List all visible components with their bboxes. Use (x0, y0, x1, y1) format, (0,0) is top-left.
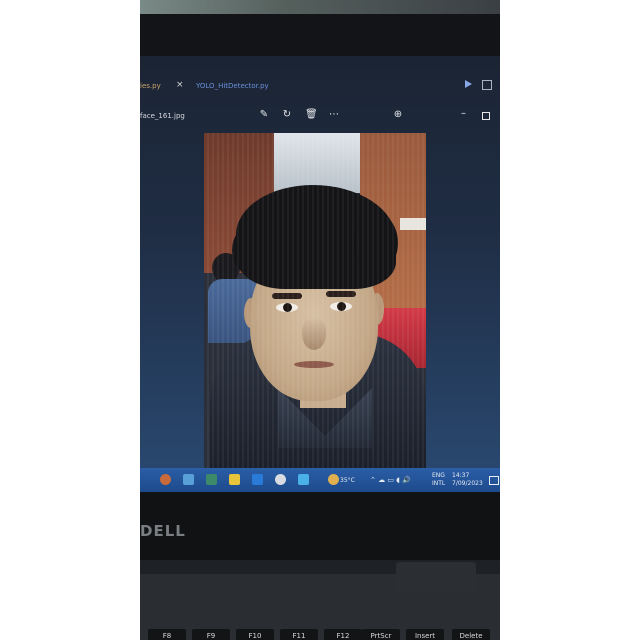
whiteboard (400, 218, 426, 230)
split-editor-icon[interactable] (482, 80, 492, 90)
more-icon[interactable]: ⋯ (328, 109, 340, 121)
hinge-block (396, 562, 476, 592)
keyboard-key[interactable]: PrtScr (362, 629, 400, 640)
keyboard-key[interactable]: F8 (148, 629, 186, 640)
clock-date: 7/09/2023 (452, 480, 483, 487)
subject-hair-curl (232, 225, 272, 275)
keyboard-key[interactable]: F11 (280, 629, 318, 640)
laptop-photo: ies.py × YOLO_HitDetector.py face_161.jp… (140, 0, 500, 640)
subject-nose (302, 318, 326, 350)
subject-eyebrow-right (326, 291, 356, 297)
run-icon[interactable] (465, 80, 472, 88)
keyboard-key[interactable]: Insert (406, 629, 444, 640)
editor-tab-second[interactable]: YOLO_HitDetector.py (196, 82, 269, 90)
keyboard-key[interactable]: F9 (192, 629, 230, 640)
system-tray-icons[interactable]: ⌃ ☁ ▭ ◖ 🔊 (370, 476, 411, 484)
laptop-screen: ies.py × YOLO_HitDetector.py face_161.jp… (140, 56, 500, 492)
screen-bezel-bottom (140, 492, 500, 560)
app-icon[interactable] (206, 474, 217, 485)
ceiling-light (274, 133, 360, 193)
close-icon[interactable]: × (176, 80, 184, 90)
app-icon[interactable] (275, 474, 286, 485)
subject-hair-curl (354, 213, 398, 273)
rotate-icon[interactable]: ↻ (281, 109, 293, 121)
editor-tab-active[interactable]: ies.py (140, 82, 161, 90)
subject-eyebrow-left (272, 293, 302, 299)
app-icon[interactable] (183, 474, 194, 485)
language-line2: INTL (432, 480, 446, 487)
maximize-icon[interactable] (482, 112, 490, 120)
brand-logo: DELL (140, 522, 186, 540)
language-indicator[interactable]: ENG INTL (432, 472, 445, 488)
keyboard-key[interactable]: F10 (236, 629, 274, 640)
image-viewer-toolbar: face_161.jpg ✎ ↻ 🗑 ⋯ ⊕ – (140, 108, 500, 126)
edit-icon[interactable]: ✎ (258, 109, 270, 121)
file-name: face_161.jpg (140, 112, 185, 120)
photos-icon[interactable] (298, 474, 309, 485)
background-strip (140, 0, 500, 14)
clock[interactable]: 14:37 7/09/2023 (452, 472, 483, 488)
delete-icon[interactable]: 🗑 (305, 109, 318, 121)
windows-taskbar: 35°C ⌃ ☁ ▭ ◖ 🔊 ENG INTL 14:37 7/09/2023 (140, 468, 500, 492)
browser-icon[interactable] (160, 474, 171, 485)
subject-mouth (294, 361, 334, 368)
weather-icon[interactable] (328, 474, 339, 485)
weather-temperature[interactable]: 35°C (340, 477, 355, 484)
screen-bezel-top (140, 14, 500, 56)
subject-pupil-left (283, 303, 292, 312)
keyboard-function-row: F8 F9 F10 F11 F12 PrtScr Insert Delete (140, 629, 500, 640)
subject-pupil-right (337, 302, 346, 311)
vscode-icon[interactable] (252, 474, 263, 485)
zoom-in-icon[interactable]: ⊕ (392, 109, 404, 121)
minimize-icon[interactable]: – (461, 108, 466, 119)
notification-icon[interactable] (489, 476, 499, 485)
language-line1: ENG (432, 472, 445, 479)
keyboard-key[interactable]: F12 (324, 629, 362, 640)
keyboard-key[interactable]: Delete (452, 629, 490, 640)
displayed-photo (204, 133, 426, 468)
clock-time: 14:37 (452, 472, 470, 479)
sticky-notes-icon[interactable] (229, 474, 240, 485)
editor-tab-bar: ies.py × YOLO_HitDetector.py (140, 76, 500, 98)
